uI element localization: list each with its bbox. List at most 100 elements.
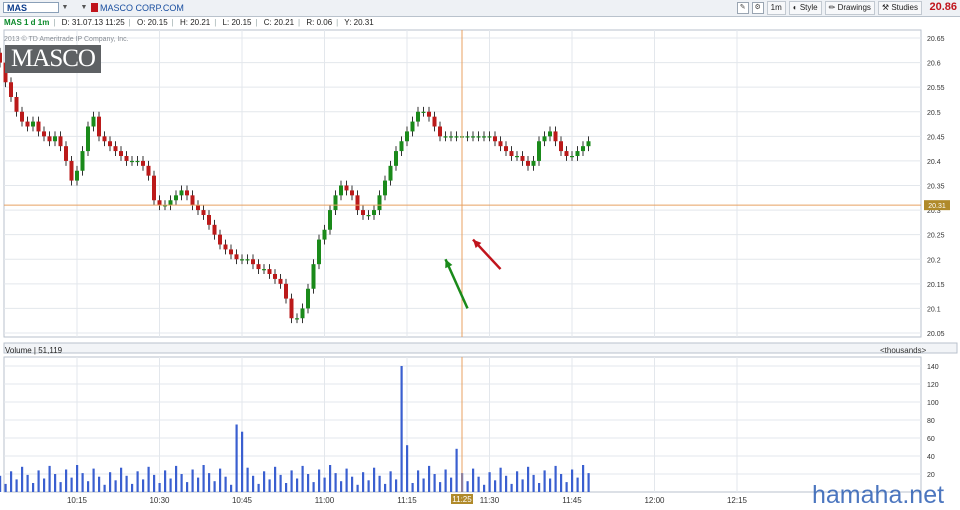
volume-bar [32, 483, 35, 492]
time-tick-label: 11:15 [397, 496, 417, 505]
volume-bar [65, 469, 68, 492]
candle-body [124, 156, 129, 161]
volume-bar [301, 465, 304, 492]
volume-bar [472, 468, 475, 492]
price-volume-chart[interactable]: 10:15 10:30 10:45 11:00 11:15 11:30 11:45 12:00… [0, 0, 960, 508]
candle-body [20, 111, 24, 122]
candle-body [399, 141, 404, 152]
volume-bar [466, 481, 469, 492]
time-tick-label: 11:45 [562, 496, 582, 505]
price-tick-label: 20.5 [927, 110, 941, 117]
masco-logo: MASCO [5, 45, 101, 73]
price-tick-label: 20.1 [927, 306, 941, 313]
time-tick-label: 11:00 [315, 496, 335, 505]
volume-bar [373, 467, 376, 492]
volume-bar [213, 481, 216, 492]
candle-body [377, 195, 382, 211]
volume-bar [334, 473, 337, 492]
volume-bar [554, 465, 557, 492]
volume-bar [43, 478, 46, 492]
candle-body [223, 244, 228, 250]
candle-body [449, 136, 453, 138]
candle-body [339, 185, 343, 196]
volume-bar [549, 478, 552, 492]
volume-bar [202, 465, 205, 492]
volume-bar [477, 476, 480, 492]
candle-body [146, 165, 151, 176]
candle-body [570, 156, 574, 158]
volume-bar [571, 469, 574, 492]
volume-bar [92, 468, 95, 492]
candle-body [482, 136, 486, 138]
candle-body [42, 131, 46, 137]
volume-bar [527, 466, 530, 492]
volume-bar [109, 472, 112, 492]
candle-body [14, 97, 19, 112]
crosshair-time-label: 11:25 [452, 495, 472, 504]
candle-body [31, 121, 35, 127]
volume-bar [191, 469, 194, 492]
candle-body [229, 249, 233, 255]
candle-body [438, 126, 442, 137]
volume-bar [323, 477, 326, 492]
volume-bar [384, 483, 387, 492]
volume-bar [263, 471, 266, 492]
volume-bar [494, 480, 497, 492]
candle-body [141, 160, 145, 166]
candle-body [317, 239, 321, 265]
candle-body [443, 136, 448, 138]
candle-body [289, 298, 294, 319]
candle-body [537, 141, 541, 161]
candle-body [416, 111, 420, 122]
time-tick-label: 12:00 [644, 496, 665, 505]
separator: | [33, 346, 36, 355]
volume-bar [439, 482, 442, 492]
volume-bar [560, 474, 563, 492]
volume-bar [37, 470, 40, 492]
volume-tick-label: 140 [927, 364, 939, 371]
candle-body [504, 146, 508, 152]
candle-body [476, 136, 481, 138]
candle-body [295, 318, 299, 320]
candle-body [322, 229, 327, 240]
volume-bar [285, 483, 288, 492]
time-tick-label: 10:45 [232, 496, 253, 505]
candle-body [542, 136, 547, 142]
volume-bar [433, 474, 436, 492]
volume-bar [483, 484, 486, 492]
volume-bar [422, 478, 425, 492]
volume-bar [417, 470, 420, 492]
volume-bar [279, 474, 282, 492]
candle-body [113, 146, 118, 152]
candle-body [284, 283, 288, 299]
candle-body [267, 269, 272, 274]
candle-body [196, 205, 200, 211]
price-tick-label: 20.45 [927, 134, 945, 141]
candle-body [0, 52, 2, 63]
candle-body [245, 259, 250, 261]
price-tick-label: 20.05 [927, 331, 945, 338]
candle-body [344, 185, 349, 191]
volume-bar [290, 470, 293, 492]
volume-bar [219, 468, 222, 492]
candle-body [586, 141, 591, 147]
candle-body [212, 224, 217, 235]
candle-body [487, 136, 492, 138]
volume-bar [252, 475, 255, 492]
candle-body [108, 141, 112, 147]
candle-body [355, 195, 360, 211]
volume-bar [114, 480, 117, 492]
candle-body [564, 151, 569, 156]
volume-bar [0, 475, 2, 492]
price-tick-label: 20.65 [927, 36, 945, 43]
volume-bar [246, 467, 249, 492]
volume-bar [241, 431, 244, 492]
price-tick-label: 20.35 [927, 184, 945, 191]
candle-body [207, 215, 211, 225]
volume-bar [81, 473, 84, 492]
volume-bar [444, 469, 447, 492]
candle-body [152, 175, 156, 201]
candle-body [234, 254, 239, 260]
volume-bar [400, 366, 403, 492]
volume-bar [345, 468, 348, 492]
